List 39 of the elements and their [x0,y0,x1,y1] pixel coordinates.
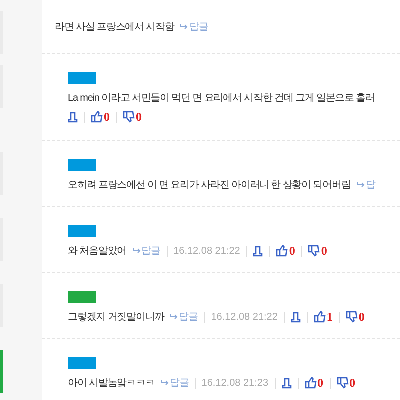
thumbs-down-icon [308,245,320,257]
bell-icon[interactable] [253,246,264,256]
thumbs-down-icon [346,311,358,323]
bell-icon[interactable] [290,312,301,322]
reply-link[interactable]: 답글 [160,376,189,390]
bell-icon[interactable] [68,112,78,122]
reply-arrow-icon [356,182,365,188]
reply-link[interactable]: 답글 [180,20,208,34]
like-count[interactable]: 0 [318,374,324,392]
comment-text: 그렇겠지 거짓말이니까 [68,310,164,324]
dislike-count[interactable]: 0 [350,374,356,392]
thumbs-down-icon [123,111,135,123]
thumbs-down-icon [336,377,349,389]
like-count[interactable]: 0 [289,242,296,260]
reply-link[interactable]: 답글 [132,244,161,258]
comment-text: 아이 시발놈앜ㅋㅋㅋ [68,376,155,390]
bell-icon[interactable] [282,378,292,388]
like-count[interactable]: 1 [326,308,333,326]
thumbs-up-icon [304,377,317,389]
thumbs-up-icon [314,311,326,323]
reply-arrow-icon [132,248,141,254]
comment-date: 16.12.08 21:22 [211,310,278,324]
reply-arrow-icon [170,314,178,320]
reply-link[interactable]: 답 [356,178,376,192]
dislike-count[interactable]: 0 [136,108,142,126]
comment-text: 오히려 프랑스에선 이 면 요리가 사라진 아이러니 한 상황이 되어버림 [68,178,351,192]
reply-arrow-icon [180,24,188,30]
thumbs-up-icon [91,111,103,123]
reply-arrow-icon [160,380,169,386]
comment-date: 16.12.08 21:23 [202,376,269,390]
thumbs-up-icon [276,245,288,257]
comment-text: 라면 사실 프랑스에서 시작함 [55,20,174,34]
comment-text: 와 처음알았어 [68,244,127,258]
comment-text: La mein 이라고 서민들이 먹던 면 요리에서 시작한 건데 그게 일본으로 흘러 [68,92,375,106]
comment-date: 16.12.08 21:22 [174,244,240,258]
like-count[interactable]: 0 [104,108,110,126]
reply-link[interactable]: 답글 [170,310,198,324]
dislike-count[interactable]: 0 [358,308,365,326]
dislike-count[interactable]: 0 [321,242,328,260]
